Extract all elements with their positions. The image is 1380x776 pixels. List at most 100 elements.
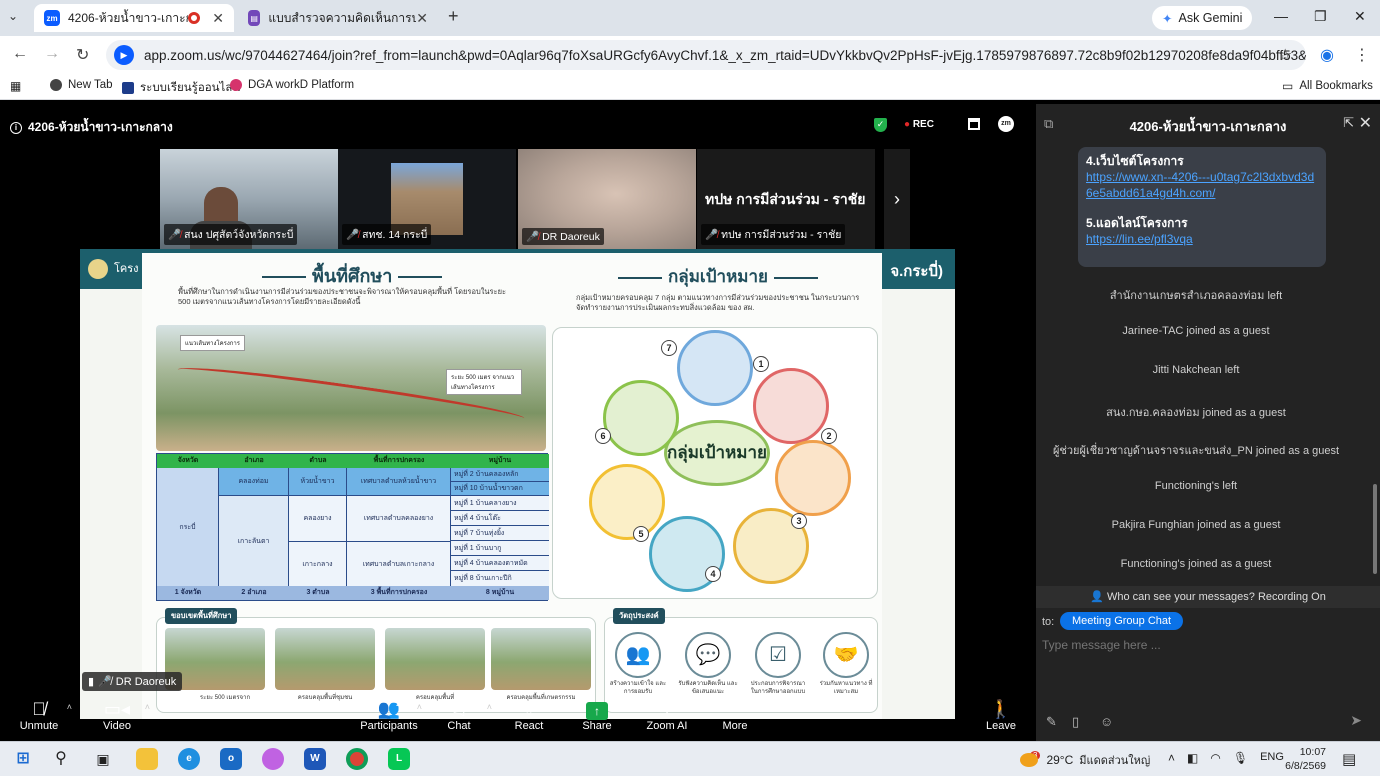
tab-survey-form[interactable]: ▤ แบบสำรวจความคิดเห็นการประชุมเล ✕ bbox=[238, 4, 438, 32]
forward-icon[interactable]: → bbox=[44, 45, 60, 63]
people-icon: 👥 bbox=[615, 632, 661, 678]
chat-message-input[interactable] bbox=[1042, 638, 1362, 652]
site-info-icon[interactable]: ▶ bbox=[114, 45, 134, 65]
bookmark-elearning[interactable]: ระบบเรียนรู้ออนไลน์ bbox=[122, 79, 240, 97]
participant-video[interactable]: ทปษ การมีส่วนร่วม - ราชัย 🎤̸ ทปษ การมีส่ว… bbox=[697, 149, 875, 249]
weather-widget[interactable]: 3 29°C มีแดดส่วนใหญ่ bbox=[1020, 750, 1150, 769]
video-button[interactable]: ▭◂ Video ˄ bbox=[82, 698, 152, 732]
minimize-window-button[interactable]: — bbox=[1274, 8, 1288, 24]
language-indicator[interactable]: ENG bbox=[1260, 751, 1284, 765]
system-message: สนง.กษอ.คลองท่อม joined as a guest bbox=[1106, 407, 1286, 419]
bookmark-dga[interactable]: DGA workD Platform bbox=[230, 79, 354, 91]
view-layout-icon[interactable] bbox=[968, 118, 980, 130]
unmute-button[interactable]: 🎙̸ Unmute ˄ bbox=[4, 698, 74, 732]
tab-search-dropdown-icon[interactable]: ⌄ bbox=[8, 9, 18, 23]
microphone-icon[interactable]: 🎙 bbox=[1233, 751, 1248, 765]
emoji-icon[interactable]: ☺ bbox=[1100, 714, 1113, 729]
close-window-button[interactable]: ✕ bbox=[1354, 8, 1366, 25]
system-message: Functioning's joined as a guest bbox=[1120, 558, 1272, 570]
all-bookmarks-label: All Bookmarks bbox=[1299, 80, 1373, 92]
tab-close-icon[interactable]: ✕ bbox=[416, 10, 428, 27]
bookmark-star-icon[interactable]: ☆ bbox=[1278, 45, 1292, 65]
reload-icon[interactable]: ↻ bbox=[76, 45, 89, 65]
info-icon[interactable]: i bbox=[10, 121, 22, 134]
ask-gemini-button[interactable]: ✦ Ask Gemini bbox=[1152, 6, 1253, 30]
title-dash bbox=[262, 276, 306, 279]
province-cell: กระบี่ bbox=[157, 468, 219, 588]
all-bookmarks-button[interactable]: ▭ All Bookmarks bbox=[1282, 79, 1373, 93]
close-chat-icon[interactable]: ✕ bbox=[1359, 113, 1372, 133]
participant-name: 🎤̸ สนง ปศุสัตว์จังหวัดกระบี่ bbox=[164, 224, 298, 245]
zoom-apps-icon[interactable]: zm bbox=[998, 116, 1014, 132]
clock[interactable]: 10:07 6/8/2569 bbox=[1284, 745, 1326, 773]
chevron-up-icon[interactable]: ˄ bbox=[145, 702, 150, 712]
recipient-selector[interactable]: Meeting Group Chat bbox=[1060, 612, 1184, 630]
meeting-title: 4206-ห้วยน้ำขาว-เกาะกลาง bbox=[28, 120, 173, 134]
title-dash bbox=[618, 276, 662, 279]
chevron-up-icon[interactable]: ˄ bbox=[487, 702, 492, 712]
chat-button[interactable]: 🗨 Chat ˄ bbox=[424, 698, 494, 732]
bookmark-new-tab[interactable]: New Tab bbox=[50, 79, 113, 91]
popout-icon[interactable]: ⇱ bbox=[1343, 115, 1354, 131]
participant-video[interactable]: 🎤̸ DR Daoreuk bbox=[518, 149, 696, 249]
participant-video[interactable]: 🎤̸ สทช. 14 กระบี่ bbox=[338, 149, 516, 249]
new-tab-button[interactable]: + bbox=[448, 6, 459, 27]
edge-icon[interactable]: e bbox=[178, 748, 200, 770]
village-cell: หมู่ที่ 2 บ้านคลองหลัก bbox=[451, 468, 549, 482]
wifi-icon[interactable]: ◠ bbox=[1210, 751, 1220, 765]
notifications-icon[interactable]: ▤ bbox=[1342, 750, 1356, 768]
format-icon[interactable]: ✎ bbox=[1046, 714, 1057, 730]
camera-icon[interactable]: ◧ bbox=[1187, 751, 1198, 765]
file-icon[interactable]: ▯ bbox=[1072, 714, 1079, 730]
website-link[interactable]: https://www.xn--4206---u0tag7c2l3dxbvd3d… bbox=[1086, 169, 1318, 201]
meeting-info[interactable]: i 4206-ห้วยน้ำขาว-เกาะกลาง bbox=[10, 118, 173, 137]
chevron-up-icon[interactable]: ˄ bbox=[417, 702, 422, 712]
chevron-up-icon[interactable]: ˄ bbox=[1168, 751, 1175, 765]
encryption-shield-icon[interactable]: ✓ bbox=[874, 118, 887, 132]
participant-video[interactable]: 🎤̸ สนง ปศุสัตว์จังหวัดกระบี่ bbox=[160, 149, 338, 249]
system-tray: ˄ ◧ ◠ 🎙 ENG bbox=[1168, 751, 1284, 765]
task-view-icon[interactable]: ▣ bbox=[92, 748, 114, 770]
word-icon[interactable]: W bbox=[304, 748, 326, 770]
temperature: 29°C bbox=[1046, 753, 1074, 767]
study-area-map: แนวเส้นทางโครงการ ระยะ 500 เมตร จากแนวเส… bbox=[156, 325, 546, 451]
search-icon[interactable]: ⚲ bbox=[50, 748, 72, 770]
target-circle bbox=[775, 440, 851, 516]
gemini-sparkle-icon: ✦ bbox=[1162, 11, 1173, 26]
study-area-table: จังหวัด อำเภอ ตำบล พื้นที่การปกครอง หมู่… bbox=[156, 453, 549, 601]
copilot-icon[interactable] bbox=[262, 748, 284, 770]
send-icon[interactable]: ➤ bbox=[1350, 712, 1362, 729]
tab-close-icon[interactable]: ✕ bbox=[212, 10, 224, 27]
dga-icon bbox=[230, 79, 242, 91]
restore-window-button[interactable]: ❐ bbox=[1314, 8, 1327, 25]
district-cell: คลองท่อม bbox=[219, 468, 288, 496]
chrome-icon[interactable] bbox=[346, 748, 368, 770]
outlook-icon[interactable]: o bbox=[220, 748, 242, 770]
windows-start-icon[interactable]: ⊞ bbox=[12, 748, 34, 770]
line-link[interactable]: https://lin.ee/pfl3vqa bbox=[1086, 231, 1318, 247]
date: 6/8/2569 bbox=[1285, 760, 1326, 772]
share-button[interactable]: ↑ Share bbox=[562, 698, 632, 732]
back-icon[interactable]: ← bbox=[12, 45, 28, 63]
address-bar[interactable]: ▶ app.zoom.us/wc/97044627464/join?ref_fr… bbox=[106, 40, 1306, 70]
apps-grid-icon[interactable]: ▦ bbox=[10, 79, 21, 93]
chat-scrollbar[interactable] bbox=[1373, 484, 1377, 574]
participants-button[interactable]: 👥 20 Participants ˄ bbox=[354, 698, 424, 732]
zoom-ai-button[interactable]: ✦ Zoom AI bbox=[632, 698, 702, 732]
tab-zoom-meeting[interactable]: zm 4206-ห้วยน้ำขาว-เกาะกลาง ✕ bbox=[34, 4, 234, 32]
react-button[interactable]: ♡ React bbox=[494, 698, 564, 732]
message-visibility-notice[interactable]: 👤 Who can see your messages? Recording O… bbox=[1036, 586, 1380, 608]
chevron-up-icon[interactable]: ˄ bbox=[67, 702, 72, 712]
file-explorer-icon[interactable] bbox=[136, 748, 158, 770]
browser-menu-icon[interactable]: ⋮ bbox=[1354, 45, 1370, 65]
next-participants-button[interactable]: › bbox=[884, 149, 910, 249]
more-button[interactable]: ⋯ More bbox=[700, 698, 770, 732]
line-icon[interactable]: L bbox=[388, 748, 410, 770]
slide-header-right: จ.กระบี่) bbox=[890, 263, 943, 280]
leave-button[interactable]: 🚶 Leave bbox=[966, 698, 1036, 732]
participant-name: 🎤̸ สทช. 14 กระบี่ bbox=[342, 224, 432, 245]
system-message: สำนักงานเกษตรสำเภอคลองท่อม left bbox=[1109, 290, 1283, 302]
profile-icon[interactable]: ◉ bbox=[1320, 45, 1334, 65]
recording-status: ● REC bbox=[904, 119, 934, 130]
tab-title: แบบสำรวจความคิดเห็นการประชุมเล bbox=[268, 10, 417, 25]
